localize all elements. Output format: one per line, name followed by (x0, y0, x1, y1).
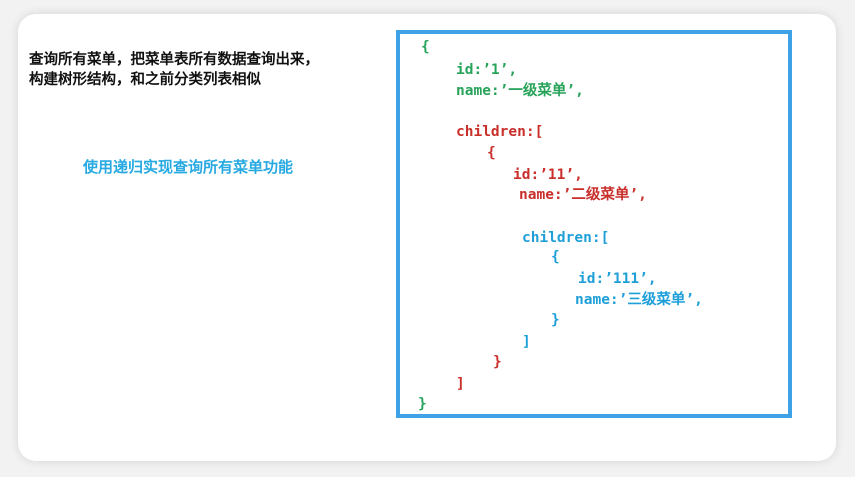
code-close-brace-level2: } (493, 354, 502, 370)
code-open-brace-level1: { (421, 39, 430, 55)
recursion-caption: 使用递归实现查询所有菜单功能 (83, 158, 294, 176)
code-close-bracket-level2: ] (522, 334, 531, 350)
code-id-level1: id:’1’, (456, 62, 518, 78)
description-text: 查询所有菜单，把菜单表所有数据查询出来， 构建树形结构，和之前分类列表相似 (29, 52, 319, 88)
code-children-level1: children:[ (456, 124, 544, 140)
code-close-bracket-level1: ] (456, 376, 465, 392)
code-name-level3: name:’三级菜单’, (575, 292, 703, 308)
code-id-level3: id:’111’, (578, 271, 657, 287)
code-close-brace-level3: } (551, 312, 560, 328)
code-children-level2: children:[ (522, 230, 610, 246)
code-open-brace-level3: { (551, 249, 560, 265)
code-id-level2: id:’11’, (513, 167, 583, 183)
code-name-level2: name:’二级菜单’, (519, 187, 647, 203)
code-close-brace-level1: } (418, 396, 427, 412)
code-name-level1: name:’一级菜单’, (456, 83, 584, 99)
code-open-brace-level2: { (487, 145, 496, 161)
